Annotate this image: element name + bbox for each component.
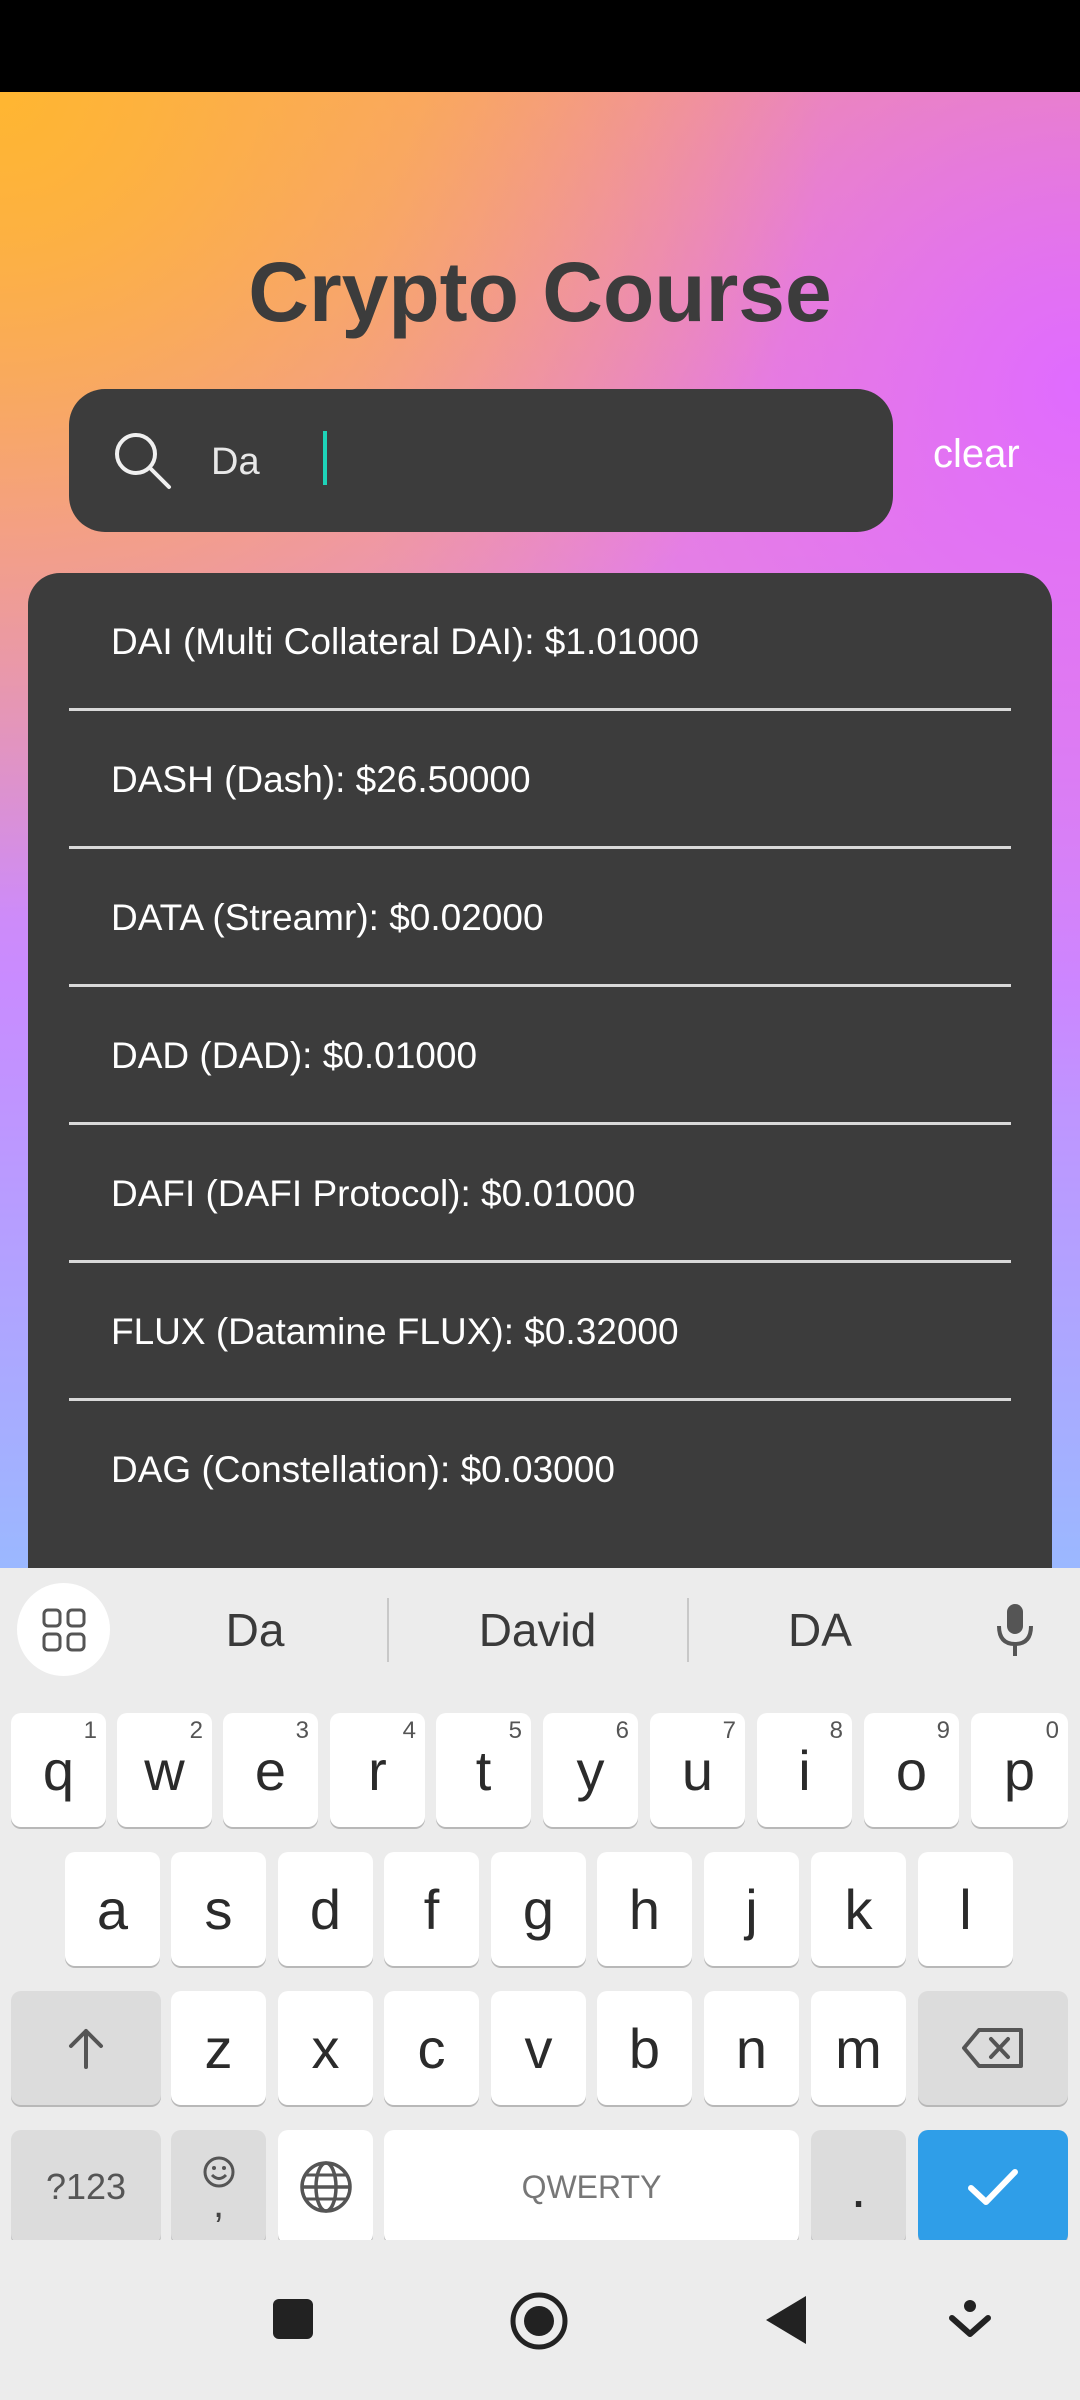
suggestion-bar: Da David DA — [0, 1568, 1080, 1693]
result-text: DAFI (DAFI Protocol): $0.01000 — [111, 1173, 636, 1214]
key-n[interactable]: n — [704, 1991, 799, 2105]
emoji-comma-key[interactable]: , — [171, 2130, 266, 2244]
navigation-bar — [0, 2240, 1080, 2400]
result-item[interactable]: DAG (Constellation): $0.03000 — [69, 1401, 1011, 1539]
key-s[interactable]: s — [171, 1852, 266, 1966]
soft-keyboard: Da David DA q1 w2 e3 r4 t5 y6 u7 i8 o9 p… — [0, 1568, 1080, 2244]
home-icon[interactable] — [508, 2290, 570, 2352]
divider — [387, 1598, 389, 1662]
key-g[interactable]: g — [491, 1852, 586, 1966]
key-k[interactable]: k — [811, 1852, 906, 1966]
key-f[interactable]: f — [384, 1852, 479, 1966]
result-text: FLUX (Datamine FLUX): $0.32000 — [111, 1311, 679, 1352]
result-item[interactable]: DATA (Streamr): $0.02000 — [69, 849, 1011, 987]
status-bar — [0, 0, 1080, 92]
search-input[interactable] — [209, 429, 873, 495]
key-j[interactable]: j — [704, 1852, 799, 1966]
key-l[interactable]: l — [918, 1852, 1013, 1966]
result-text: DATA (Streamr): $0.02000 — [111, 897, 544, 938]
key-r[interactable]: r4 — [330, 1713, 425, 1827]
clear-button[interactable]: clear — [933, 432, 1020, 477]
key-a[interactable]: a — [65, 1852, 160, 1966]
key-t[interactable]: t5 — [436, 1713, 531, 1827]
key-v[interactable]: v — [491, 1991, 586, 2105]
check-icon — [968, 2169, 1018, 2205]
shift-key[interactable] — [11, 1991, 161, 2105]
key-x[interactable]: x — [278, 1991, 373, 2105]
period-key[interactable]: . — [811, 2130, 906, 2244]
page-title: Crypto Course — [248, 245, 832, 339]
search-bar[interactable] — [69, 389, 893, 532]
key-u[interactable]: u7 — [650, 1713, 745, 1827]
key-o[interactable]: o9 — [864, 1713, 959, 1827]
suggestion-2[interactable]: David — [390, 1568, 685, 1693]
grid-icon[interactable] — [17, 1583, 110, 1676]
space-key[interactable]: QWERTY — [384, 2130, 799, 2244]
symbols-key[interactable]: ?123 — [11, 2130, 161, 2244]
back-icon[interactable] — [760, 2292, 812, 2348]
mic-icon[interactable] — [990, 1600, 1040, 1660]
key-b[interactable]: b — [597, 1991, 692, 2105]
result-text: DAI (Multi Collateral DAI): $1.01000 — [111, 621, 700, 662]
shift-icon — [69, 2029, 103, 2069]
result-item[interactable]: DAD (DAD): $0.01000 — [69, 987, 1011, 1125]
key-y[interactable]: y6 — [543, 1713, 638, 1827]
key-i[interactable]: i8 — [757, 1713, 852, 1827]
globe-key[interactable] — [278, 2130, 373, 2244]
hide-keyboard-icon[interactable] — [948, 2298, 992, 2342]
key-m[interactable]: m — [811, 1991, 906, 2105]
result-item[interactable]: FLUX (Datamine FLUX): $0.32000 — [69, 1263, 1011, 1401]
key-d[interactable]: d — [278, 1852, 373, 1966]
result-text: DAG (Constellation): $0.03000 — [111, 1449, 615, 1490]
globe-icon — [299, 2161, 352, 2213]
result-item[interactable]: DASH (Dash): $26.50000 — [69, 711, 1011, 849]
result-item[interactable]: DAFI (DAFI Protocol): $0.01000 — [69, 1125, 1011, 1263]
key-z[interactable]: z — [171, 1991, 266, 2105]
suggestion-3[interactable]: DA — [690, 1568, 950, 1693]
key-c[interactable]: c — [384, 1991, 479, 2105]
key-p[interactable]: p0 — [971, 1713, 1068, 1827]
done-key[interactable] — [918, 2130, 1068, 2244]
backspace-icon — [962, 2028, 1023, 2068]
divider — [687, 1598, 689, 1662]
key-w[interactable]: w2 — [117, 1713, 212, 1827]
backspace-key[interactable] — [918, 1991, 1068, 2105]
key-q[interactable]: q1 — [11, 1713, 106, 1827]
result-item[interactable]: DAI (Multi Collateral DAI): $1.01000 — [69, 573, 1011, 711]
result-text: DASH (Dash): $26.50000 — [111, 759, 531, 800]
key-h[interactable]: h — [597, 1852, 692, 1966]
app-screen: Crypto Course clear DAI (Multi Collatera… — [0, 92, 1080, 1568]
recents-icon[interactable] — [269, 2295, 317, 2343]
suggestion-1[interactable]: Da — [125, 1568, 385, 1693]
result-text: DAD (DAD): $0.01000 — [111, 1035, 478, 1076]
key-e[interactable]: e3 — [223, 1713, 318, 1827]
text-cursor — [323, 431, 327, 485]
results-list: DAI (Multi Collateral DAI): $1.01000 DAS… — [28, 573, 1052, 1568]
